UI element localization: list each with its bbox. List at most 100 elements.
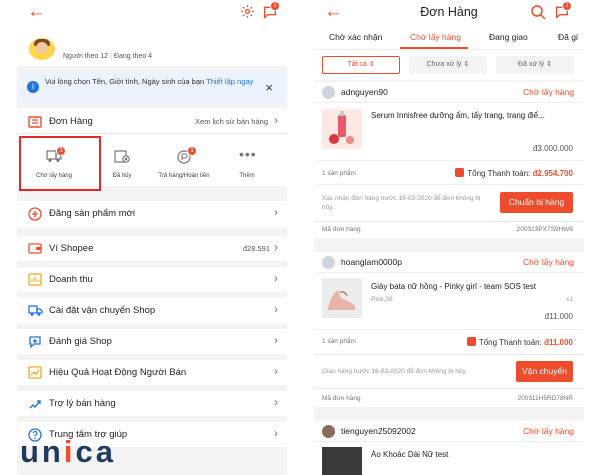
top-bar: ← 1 xyxy=(17,0,287,26)
product-image[interactable] xyxy=(322,109,362,149)
order-code-label: Mã đơn hàng xyxy=(322,226,361,233)
chevron-right-icon[interactable]: › xyxy=(274,113,278,127)
item-count: 1 sản phẩm xyxy=(322,170,356,177)
tile-label: Thêm xyxy=(239,173,255,179)
menu-row-shipping[interactable]: Cài đặt vận chuyển Shop › xyxy=(17,298,287,323)
menu-label: Doanh thu xyxy=(49,274,93,285)
followers-count[interactable]: Người theo 12 xyxy=(63,53,108,60)
order-total: Tổng Thanh toán: đ11.000 xyxy=(466,337,573,347)
menu-row-performance[interactable]: Hiệu Quả Hoạt Động Người Bán › xyxy=(17,360,287,385)
menu-row-rating[interactable]: Đánh giá Shop › xyxy=(17,329,287,354)
post-product-row[interactable]: Đăng sản phẩm mới › xyxy=(17,201,287,227)
shield-icon xyxy=(466,337,476,346)
filter-unprocessed[interactable]: Chưa xử lý ⇕ xyxy=(409,56,487,74)
prepare-goods-button[interactable]: Chuẩn bị hàng xyxy=(500,192,573,213)
avatar[interactable] xyxy=(29,38,55,60)
assistant-icon xyxy=(28,397,42,410)
sales-history-link[interactable]: Xem lịch sử bán hàng xyxy=(195,117,268,126)
chevron-right-icon[interactable]: › xyxy=(274,302,278,316)
setup-now-link[interactable]: Thiết lập ngay xyxy=(206,77,253,86)
performance-icon xyxy=(28,366,42,379)
ship-button[interactable]: Vận chuyển xyxy=(516,361,573,382)
tab-awaiting-pickup[interactable]: Chờ lấy hàng xyxy=(410,32,461,42)
user-avatar xyxy=(322,86,335,99)
product-image[interactable] xyxy=(322,447,362,475)
filter-all[interactable]: Tất cả ⇕ xyxy=(322,56,400,74)
order-card[interactable]: tienguyen25092002 Chờ lấy hàng Áo Khoác … xyxy=(314,421,584,475)
chevron-right-icon[interactable]: › xyxy=(274,333,278,347)
revenue-icon xyxy=(28,273,42,286)
product-price: đ11.000 xyxy=(544,312,573,321)
order-tabs: Chờ xác nhận Chờ lấy hàng Đang giao Đã g… xyxy=(314,26,584,50)
close-icon[interactable]: × xyxy=(265,80,273,95)
tile-cancelled[interactable]: Đã hủy xyxy=(95,134,149,186)
product-image[interactable] xyxy=(322,278,362,318)
order-note: Xác nhận đơn hàng trước 16-03-2020 để đơ… xyxy=(322,195,481,211)
search-icon[interactable] xyxy=(530,4,547,21)
profile-section[interactable]: Người theo 12 | Đang theo 4 xyxy=(17,26,287,66)
user-avatar xyxy=(322,425,335,438)
top-bar: ← Đơn Hàng 1 xyxy=(314,0,584,26)
orders-title: Đơn Hàng xyxy=(49,116,93,127)
order-card[interactable]: hoanglam0000p Chờ lấy hàng Giày bata nữ … xyxy=(314,252,584,407)
menu-label: Ví Shopee xyxy=(49,243,94,254)
buyer-name[interactable]: tienguyen25092002 xyxy=(341,426,416,436)
active-tab-indicator xyxy=(400,47,468,49)
unica-watermark-logo: unica xyxy=(20,434,116,469)
following-count[interactable]: Đang theo 4 xyxy=(114,53,152,60)
order-status: Chờ lấy hàng xyxy=(523,426,574,436)
tile-label: Đã hủy xyxy=(112,173,132,179)
chat-badge: 1 xyxy=(270,1,280,11)
item-count: 1 sản phẩm xyxy=(322,338,356,345)
orders-screen: ← Đơn Hàng 1 Chờ xác nhận Chờ lấy hàng Đ… xyxy=(314,0,584,475)
chevron-right-icon[interactable]: › xyxy=(274,240,278,254)
tab-awaiting-confirmation[interactable]: Chờ xác nhận xyxy=(329,32,382,42)
tile-label: Trả hàng/Hoàn tiền xyxy=(158,173,210,179)
orders-header[interactable]: Đơn Hàng Xem lịch sử bán hàng › xyxy=(17,108,287,134)
tab-shipping[interactable]: Đang giao xyxy=(489,32,528,42)
tile-more[interactable]: ••• Thêm xyxy=(220,134,274,186)
menu-row-assistant[interactable]: Trợ lý bán hàng › xyxy=(17,391,287,416)
back-arrow-icon[interactable]: ← xyxy=(27,2,46,22)
chevron-right-icon[interactable]: › xyxy=(274,364,278,378)
menu-row-revenue[interactable]: Doanh thu › xyxy=(17,267,287,292)
plus-circle-icon xyxy=(28,207,42,221)
order-status: Chờ lấy hàng xyxy=(523,87,574,97)
filter-bar: Tất cả ⇕ Chưa xử lý ⇕ Đã xử lý ⇕ xyxy=(314,50,584,80)
notice-text: Vui lòng chọn Tên, Giới tính, Ngày sinh … xyxy=(45,77,254,86)
tab-delivered[interactable]: Đã gi xyxy=(558,32,578,42)
product-quantity: x1 xyxy=(566,296,573,303)
more-icon: ••• xyxy=(239,146,257,162)
chevron-right-icon[interactable]: › xyxy=(274,426,278,440)
product-variant: Pink,38 xyxy=(371,296,393,303)
product-price: đ3.000.000 xyxy=(532,144,573,153)
chevron-right-icon[interactable]: › xyxy=(274,395,278,409)
menu-label: Đánh giá Shop xyxy=(49,336,112,347)
orders-list-icon xyxy=(28,115,42,128)
highlight-box xyxy=(19,136,101,191)
chevron-right-icon[interactable]: › xyxy=(274,271,278,285)
product-name: Giày bata nữ hồng - Pinky girl - team SO… xyxy=(371,282,536,291)
product-name: Áo Khoác Dài Nữ test xyxy=(371,450,449,459)
order-status: Chờ lấy hàng xyxy=(523,257,574,267)
tile-returns[interactable]: 1 Trả hàng/Hoàn tiền xyxy=(157,134,211,186)
order-code: 200311H5RD78NR xyxy=(517,395,573,402)
shipping-icon xyxy=(28,304,43,317)
gear-icon[interactable] xyxy=(240,4,257,21)
buyer-name[interactable]: hoanglam0000p xyxy=(341,257,402,267)
chat-badge: 1 xyxy=(562,1,572,11)
cancel-box-icon xyxy=(114,149,130,164)
menu-row-wallet[interactable]: Ví Shopee đ28.591 › xyxy=(17,236,287,261)
tile-badge: 1 xyxy=(187,146,197,156)
user-avatar xyxy=(322,256,335,269)
order-card[interactable]: adnguyen90 Chờ lấy hàng Serum Innisfree … xyxy=(314,82,584,238)
menu-label: Hiệu Quả Hoạt Động Người Bán xyxy=(49,367,187,378)
rating-icon xyxy=(28,335,42,349)
buyer-name[interactable]: adnguyen90 xyxy=(341,87,388,97)
chevron-right-icon[interactable]: › xyxy=(274,205,278,219)
order-total: Tổng Thanh toán: đ2.954.700 xyxy=(455,168,573,178)
order-code: 200313PX7S9HW8 xyxy=(516,226,573,233)
info-icon: i xyxy=(27,81,39,93)
filter-processed[interactable]: Đã xử lý ⇕ xyxy=(496,56,574,74)
menu-label: Trợ lý bán hàng xyxy=(49,398,116,409)
